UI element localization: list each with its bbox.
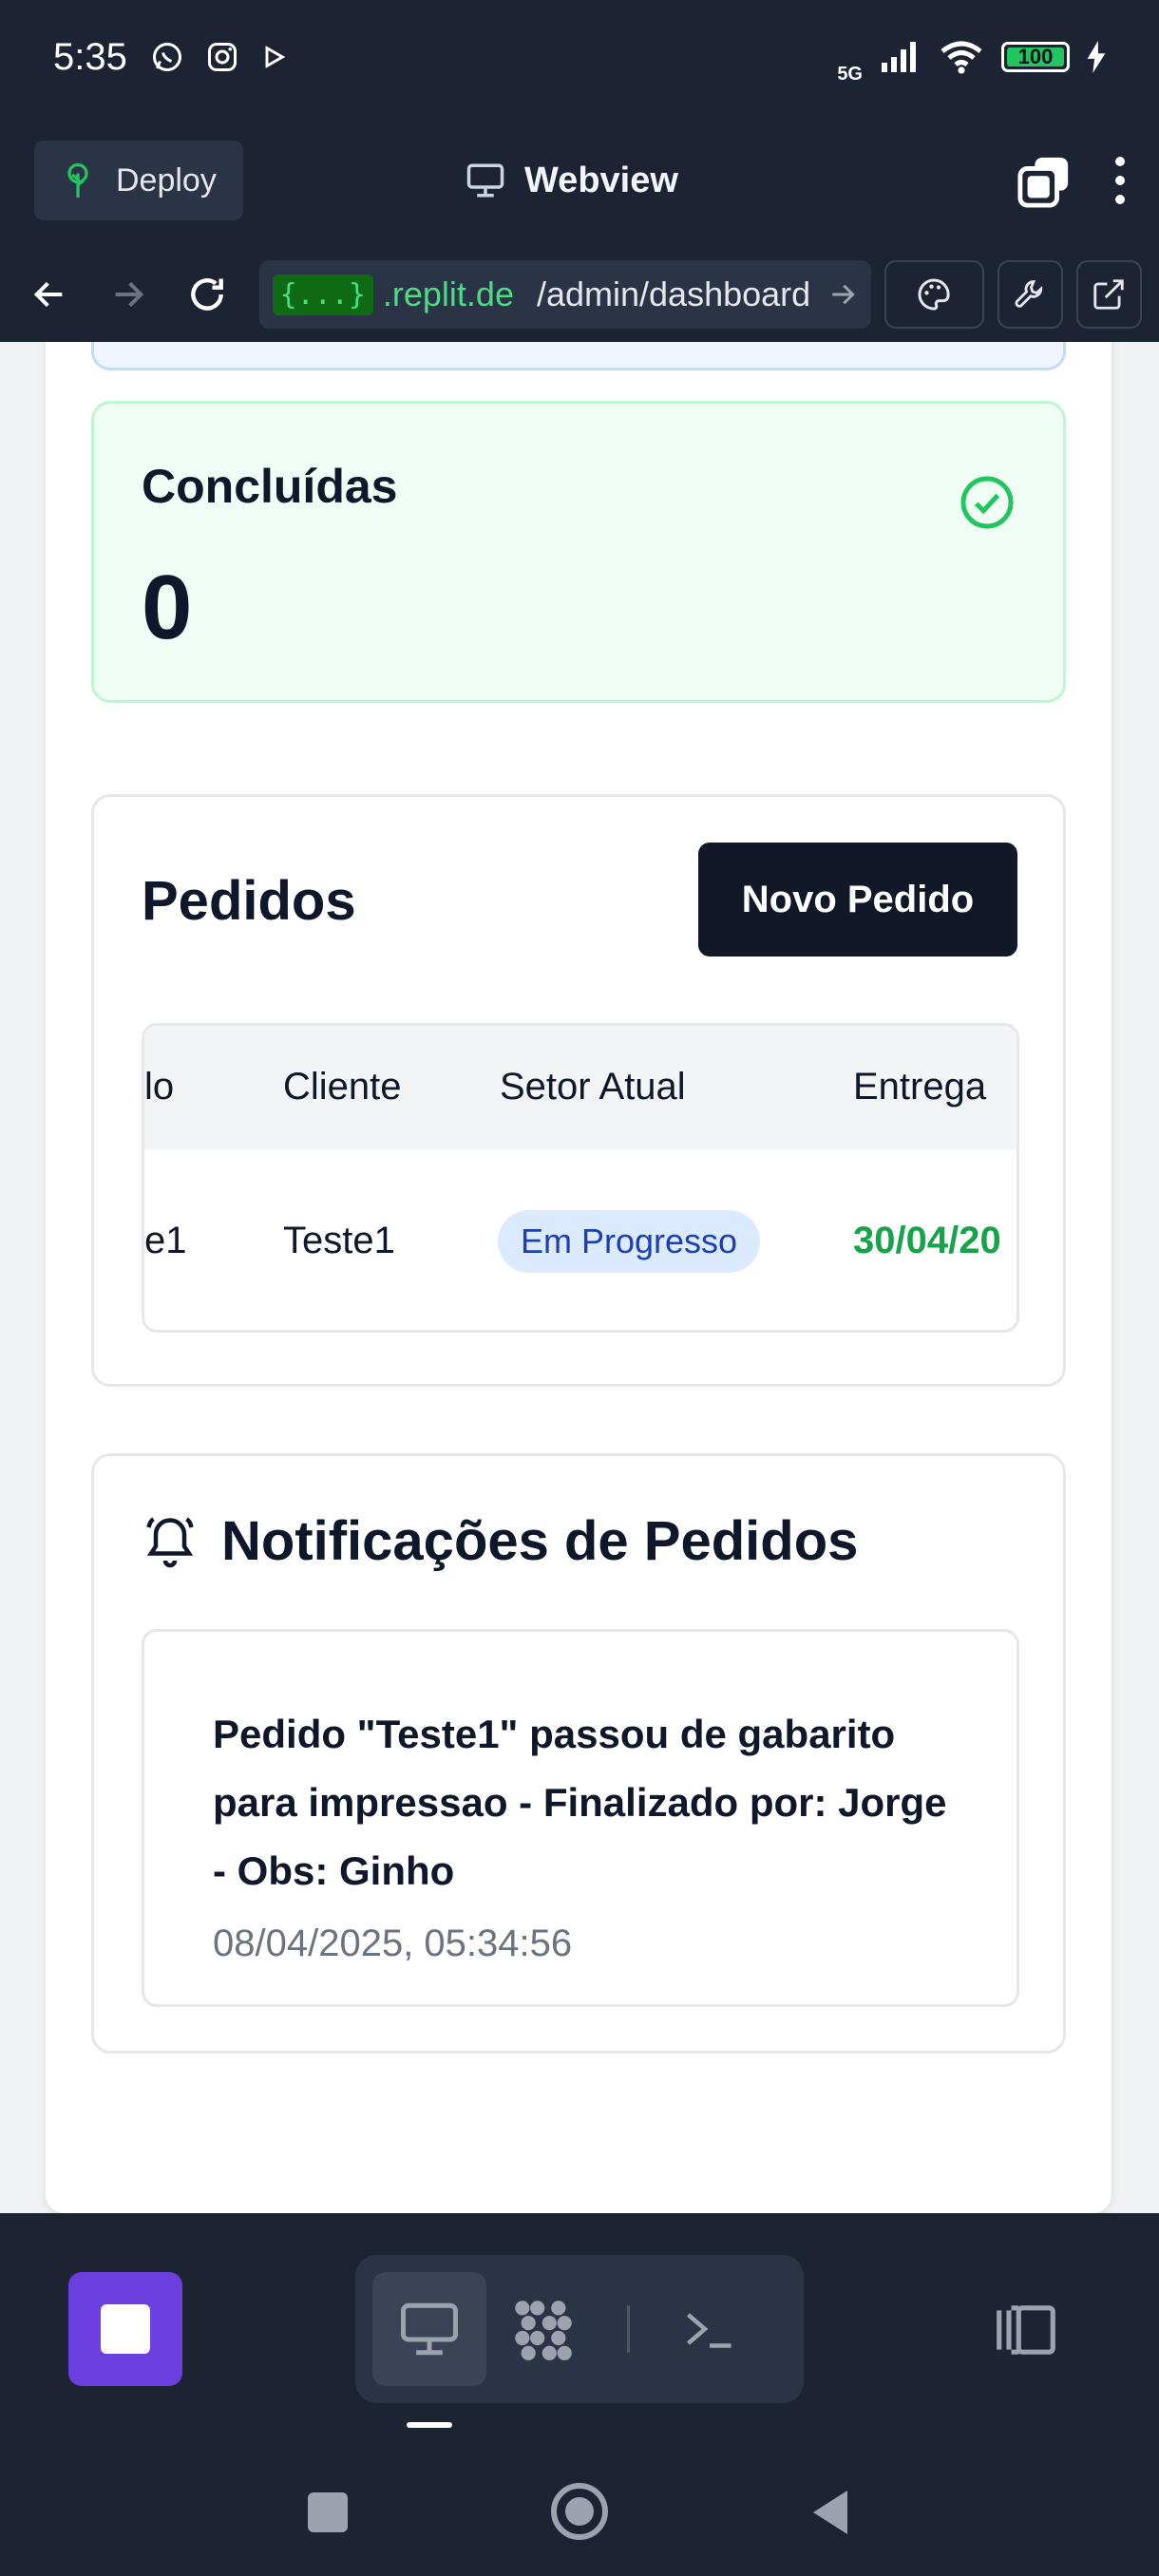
webview-label: Webview <box>524 160 678 200</box>
url-domain: .replit.de <box>382 275 514 313</box>
panel-icon <box>997 2305 1055 2355</box>
bottom-toolbar <box>0 2213 1159 2441</box>
notifications-title: Notificações de Pedidos <box>221 1510 859 1572</box>
battery-icon: 100 <box>1001 42 1070 72</box>
column-header-delivery[interactable]: Entrega <box>853 1066 986 1108</box>
new-order-button[interactable]: Novo Pedido <box>698 843 1017 957</box>
reload-button[interactable] <box>175 260 240 329</box>
workspace-tab[interactable] <box>486 2272 600 2386</box>
whatsapp-icon <box>152 43 181 71</box>
notifications-header: Notificações de Pedidos <box>142 1509 858 1573</box>
status-bar: 5:35 5G 100 <box>0 0 1159 114</box>
wrench-icon <box>1015 280 1043 308</box>
home-button[interactable] <box>551 2483 608 2540</box>
column-header-order[interactable]: lo <box>144 1066 174 1108</box>
recents-button[interactable] <box>308 2492 348 2532</box>
cell-delivery: 30/04/20 <box>853 1220 1001 1261</box>
orders-table[interactable]: lo Cliente Setor Atual Entrega e1 Teste1… <box>142 1023 1019 1333</box>
play-icon <box>265 46 286 68</box>
wifi-icon <box>940 41 982 74</box>
instagram-icon <box>207 43 237 71</box>
battery-level: 100 <box>1017 45 1054 68</box>
notification-message: Pedido "Teste1" passou de gabarito para … <box>213 1712 947 1893</box>
url-field[interactable]: {...} .replit.de /admin/dashboard <box>258 260 871 329</box>
back-triangle-icon[interactable] <box>809 2489 851 2536</box>
palette-icon <box>918 278 950 311</box>
completed-title: Concluídas <box>142 460 398 513</box>
charging-icon <box>1087 41 1106 73</box>
deploy-label: Deploy <box>116 161 217 199</box>
url-bar: {...} .replit.de /admin/dashboard <box>0 247 1159 342</box>
external-link-icon <box>1093 279 1125 310</box>
home-icon <box>565 2497 594 2526</box>
terminal-icon <box>687 2313 732 2348</box>
app-header: Deploy Webview <box>0 114 1159 247</box>
palette-button[interactable] <box>884 260 984 329</box>
column-header-client[interactable]: Cliente <box>283 1066 402 1108</box>
reload-icon <box>191 278 224 311</box>
open-external-button[interactable] <box>1075 260 1142 329</box>
deploy-button[interactable]: Deploy <box>34 141 243 220</box>
cell-client: Teste1 <box>283 1220 395 1261</box>
url-path: /admin/dashboard <box>536 275 811 313</box>
status-time: 5:35 <box>53 35 127 78</box>
tabs-icon[interactable] <box>1016 154 1070 208</box>
more-menu-icon[interactable] <box>1115 157 1125 204</box>
orders-card: Pedidos Novo Pedido lo Cliente Setor Atu… <box>91 794 1066 1387</box>
view-switcher <box>355 2255 804 2403</box>
divider <box>627 2305 630 2353</box>
url-badge: {...} <box>272 274 373 315</box>
check-circle-icon <box>960 476 1014 529</box>
bell-icon <box>146 1516 194 1567</box>
forward-button[interactable] <box>96 260 162 329</box>
completed-stat-card: Concluídas 0 <box>91 401 1066 703</box>
shell-tab[interactable] <box>653 2272 767 2386</box>
stop-button[interactable] <box>68 2272 182 2386</box>
panel-toggle-button[interactable] <box>992 2301 1060 2364</box>
notifications-card: Notificações de Pedidos Pedido "Teste1" … <box>91 1453 1066 2054</box>
webview-tab[interactable] <box>372 2272 486 2386</box>
devtools-button[interactable] <box>997 260 1063 329</box>
status-badge: Em Progresso <box>498 1210 761 1273</box>
home-indicator <box>407 2422 452 2428</box>
back-button[interactable] <box>17 260 83 329</box>
cell-order: e1 <box>144 1220 187 1261</box>
go-arrow-icon[interactable] <box>827 279 858 310</box>
deploy-icon <box>67 162 88 198</box>
grid-dots-icon <box>515 2301 572 2360</box>
notification-item[interactable]: Pedido "Teste1" passou de gabarito para … <box>142 1629 1019 2007</box>
android-nav-bar <box>0 2441 1159 2576</box>
completed-count: 0 <box>142 557 193 658</box>
notification-timestamp: 08/04/2025, 05:34:56 <box>213 1923 573 1964</box>
orders-title: Pedidos <box>142 870 356 932</box>
previous-stat-card <box>91 342 1066 370</box>
signal-icon <box>882 42 916 72</box>
stop-icon <box>101 2304 150 2354</box>
arrow-right-icon <box>115 281 144 308</box>
monitor-icon <box>401 2302 458 2356</box>
webview-content[interactable]: Concluídas 0 Pedidos Novo Pedido lo Clie… <box>0 342 1159 2213</box>
arrow-left-icon <box>34 281 63 308</box>
network-type: 5G <box>837 63 863 85</box>
column-header-sector[interactable]: Setor Atual <box>500 1066 686 1108</box>
webview-title: Webview <box>466 142 678 218</box>
monitor-icon <box>466 163 504 198</box>
